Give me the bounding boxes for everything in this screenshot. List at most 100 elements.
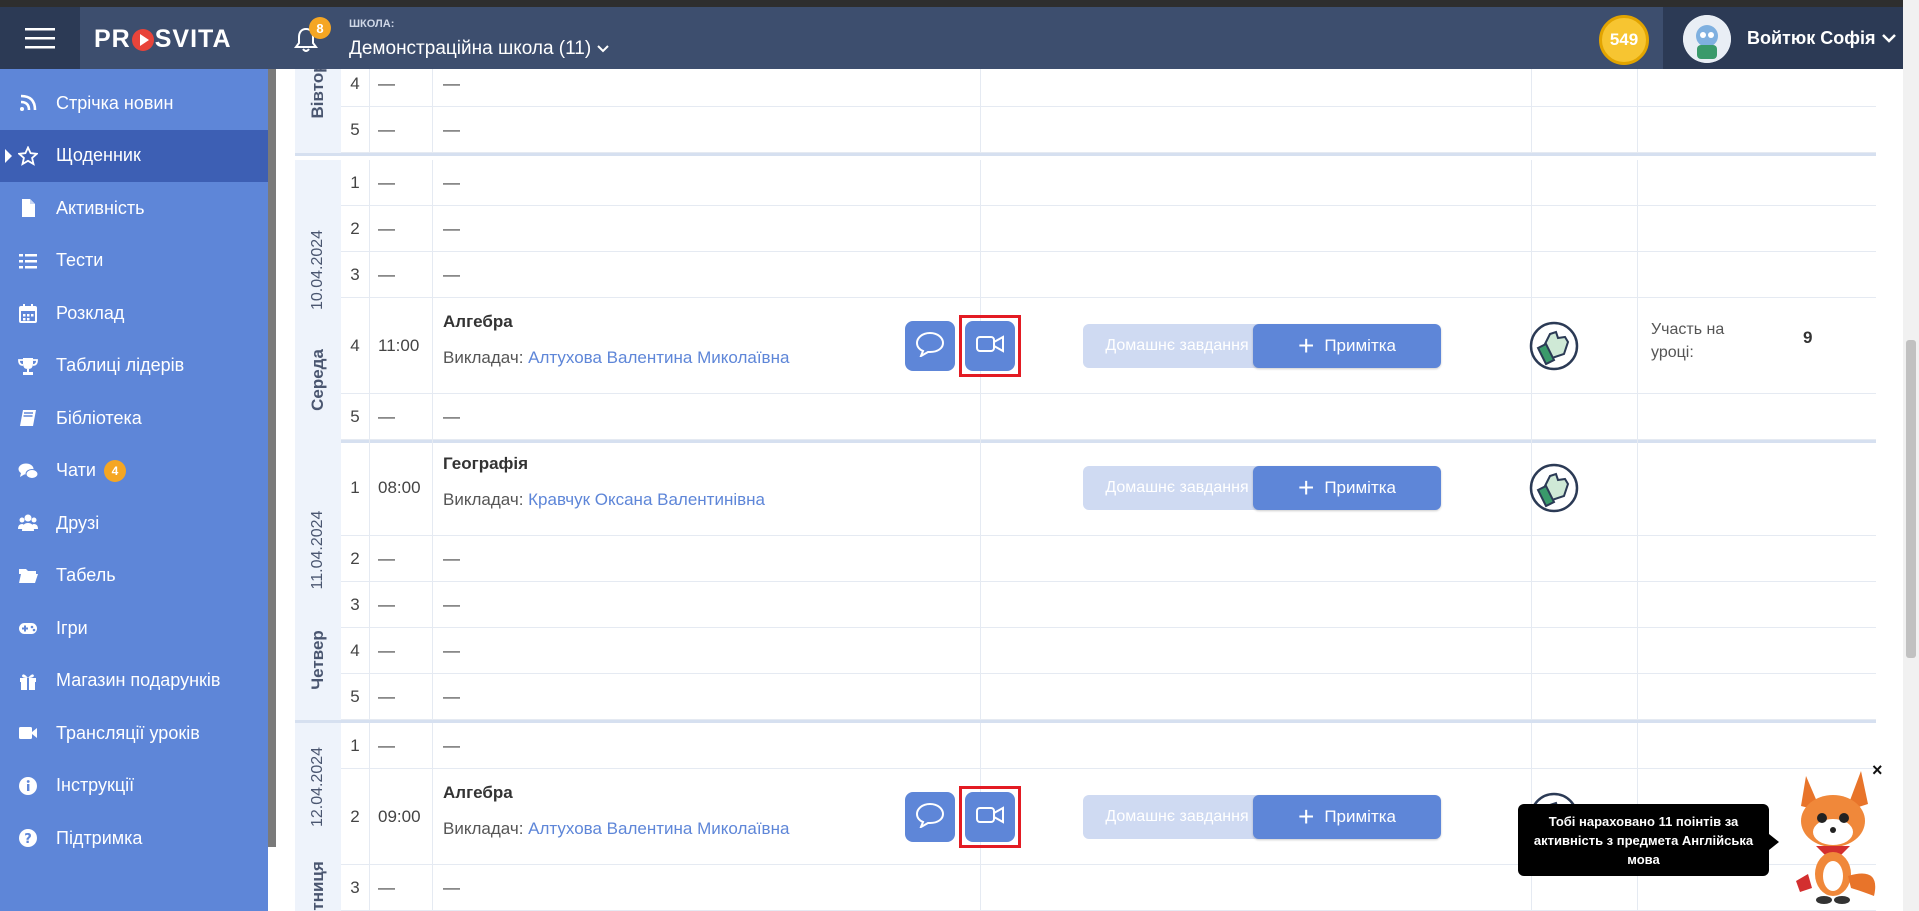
lesson-time: 09:00	[369, 769, 433, 864]
add-note-button[interactable]: + Примітка	[1253, 466, 1441, 510]
homework-button[interactable]: Домашнє завдання	[1083, 795, 1271, 839]
sidebar-item-label: Трансляції уроків	[56, 722, 200, 743]
chevron-down-icon	[1881, 34, 1896, 43]
lesson-subject-cell: —	[433, 206, 981, 251]
like-icon[interactable]	[1528, 462, 1580, 514]
teacher-prefix: Викладач:	[443, 348, 524, 367]
sidebar-item[interactable]: Ігри	[0, 602, 268, 654]
lesson-subject-cell: —	[433, 394, 981, 439]
lesson-time: —	[369, 582, 433, 627]
column-divider	[1531, 252, 1532, 297]
teacher-link[interactable]: Алтухова Валентина Миколаївна	[528, 819, 789, 838]
sidebar-item[interactable]: Друзі	[0, 497, 268, 549]
lesson-time: —	[369, 865, 433, 910]
add-note-button[interactable]: + Примітка	[1253, 324, 1441, 368]
users-icon	[0, 513, 56, 533]
lesson-time: —	[369, 69, 433, 106]
empty-subject: —	[443, 406, 460, 426]
video-icon	[0, 723, 56, 743]
column-divider	[1637, 252, 1638, 297]
homework-button[interactable]: Домашнє завдання	[1083, 466, 1271, 510]
column-divider	[1531, 394, 1532, 439]
column-divider	[1531, 160, 1532, 205]
sidebar-item[interactable]: Трансляції уроків	[0, 707, 268, 759]
lesson-time: —	[369, 536, 433, 581]
empty-subject: —	[443, 264, 460, 284]
sidebar-item[interactable]: Щоденник	[0, 129, 268, 182]
column-divider	[1637, 206, 1638, 251]
day-name: П'ятниця	[308, 861, 327, 911]
sidebar-scrollbar[interactable]	[268, 69, 276, 847]
day-block: Вівторок 4— —5— —	[295, 69, 1876, 156]
sidebar-item-label: Чати	[56, 460, 96, 480]
active-caret-icon	[5, 148, 12, 163]
lesson-subject-cell: —	[433, 252, 981, 297]
column-divider	[1637, 394, 1638, 439]
sidebar-item[interactable]: Табель	[0, 550, 268, 602]
chat-button[interactable]	[905, 792, 955, 842]
like-icon[interactable]	[1528, 320, 1580, 372]
sidebar-item[interactable]: Чати 4	[0, 445, 268, 497]
empty-subject: —	[443, 548, 460, 568]
lesson-number: 5	[350, 119, 360, 139]
table-row: 2 — —	[341, 536, 1876, 582]
lesson-number: 1	[350, 172, 360, 192]
lesson-time: —	[369, 252, 433, 297]
lesson-time: —	[369, 107, 433, 152]
sidebar-item-label: Таблиці лідерів	[56, 355, 185, 375]
chevron-down-icon	[597, 45, 609, 53]
table-row: 5 — —	[341, 394, 1876, 440]
page-scrollbar[interactable]	[1903, 0, 1919, 911]
hamburger-menu-button[interactable]	[0, 7, 80, 69]
column-divider	[1637, 674, 1638, 719]
sidebar-item[interactable]: Тести	[0, 235, 268, 287]
teacher-prefix: Викладач:	[443, 490, 524, 509]
school-selector[interactable]: Демонстраційна школа (11)	[349, 38, 609, 60]
video-call-button[interactable]	[965, 321, 1015, 371]
column-divider	[1531, 107, 1532, 152]
teacher-link[interactable]: Алтухова Валентина Миколаївна	[528, 348, 789, 367]
lesson-time: —	[369, 206, 433, 251]
video-call-button[interactable]	[965, 792, 1015, 842]
points-coin[interactable]: 549	[1599, 15, 1649, 65]
table-row: 3 — —	[341, 252, 1876, 298]
table-row: 4 11:00 Алгебра Викладач: Алтухова Валентин…	[341, 298, 1876, 394]
chat-button[interactable]	[905, 321, 955, 371]
column-divider	[1637, 69, 1638, 106]
page-scrollbar-thumb[interactable]	[1906, 340, 1916, 658]
sidebar-item-label: Друзі	[56, 512, 100, 533]
empty-subject: —	[443, 735, 460, 755]
homework-button[interactable]: Домашнє завдання	[1083, 324, 1271, 368]
table-row: 3 — —	[341, 582, 1876, 628]
participation-label: Участь на уроці:	[1651, 321, 1725, 361]
calendar-icon	[0, 303, 56, 323]
diary-main: Вівторок 4— —5— —10.04.2024 Середа 1— —2— —3— —4…	[276, 69, 1903, 911]
lesson-subject-cell: —	[433, 723, 981, 768]
lesson-subject-cell: Алгебра Викладач: Алтухова Валентина Мико…	[433, 769, 981, 864]
column-divider	[1637, 628, 1638, 673]
column-divider	[1637, 160, 1638, 205]
lesson-subject-cell: Географія Викладач: Кравчук Оксана Валент…	[433, 440, 981, 535]
teacher-link[interactable]: Кравчук Оксана Валентинівна	[528, 490, 765, 509]
sidebar-item[interactable]: Розклад	[0, 287, 268, 339]
sidebar-item[interactable]: Стрічка новин	[0, 77, 268, 129]
sidebar-item[interactable]: Магазин подарунків	[0, 655, 268, 707]
sidebar-item-label: Табель	[56, 565, 116, 585]
add-note-button[interactable]: + Примітка	[1253, 795, 1441, 839]
sidebar-item[interactable]: Активність	[0, 182, 268, 234]
sidebar-item[interactable]: Інструкції	[0, 760, 268, 812]
prosvita-logo[interactable]: PR SVITA	[94, 25, 232, 54]
plus-icon: +	[1297, 330, 1315, 361]
sidebar-item[interactable]: ? Підтримка	[0, 812, 268, 864]
day-label-column: 11.04.2024 Четвер	[295, 440, 341, 720]
sidebar-item-label: Активність	[56, 197, 145, 218]
svg-text:?: ?	[24, 832, 32, 847]
sidebar-item[interactable]: Бібліотека	[0, 392, 268, 444]
user-menu[interactable]: Войтюк Софія	[1663, 7, 1903, 69]
video-camera-icon	[975, 804, 1005, 831]
empty-subject: —	[443, 119, 460, 139]
lesson-subject-cell: —	[433, 582, 981, 627]
day-name: Вівторок	[308, 69, 327, 119]
column-divider	[1637, 298, 1638, 393]
sidebar-item[interactable]: Таблиці лідерів	[0, 340, 268, 392]
